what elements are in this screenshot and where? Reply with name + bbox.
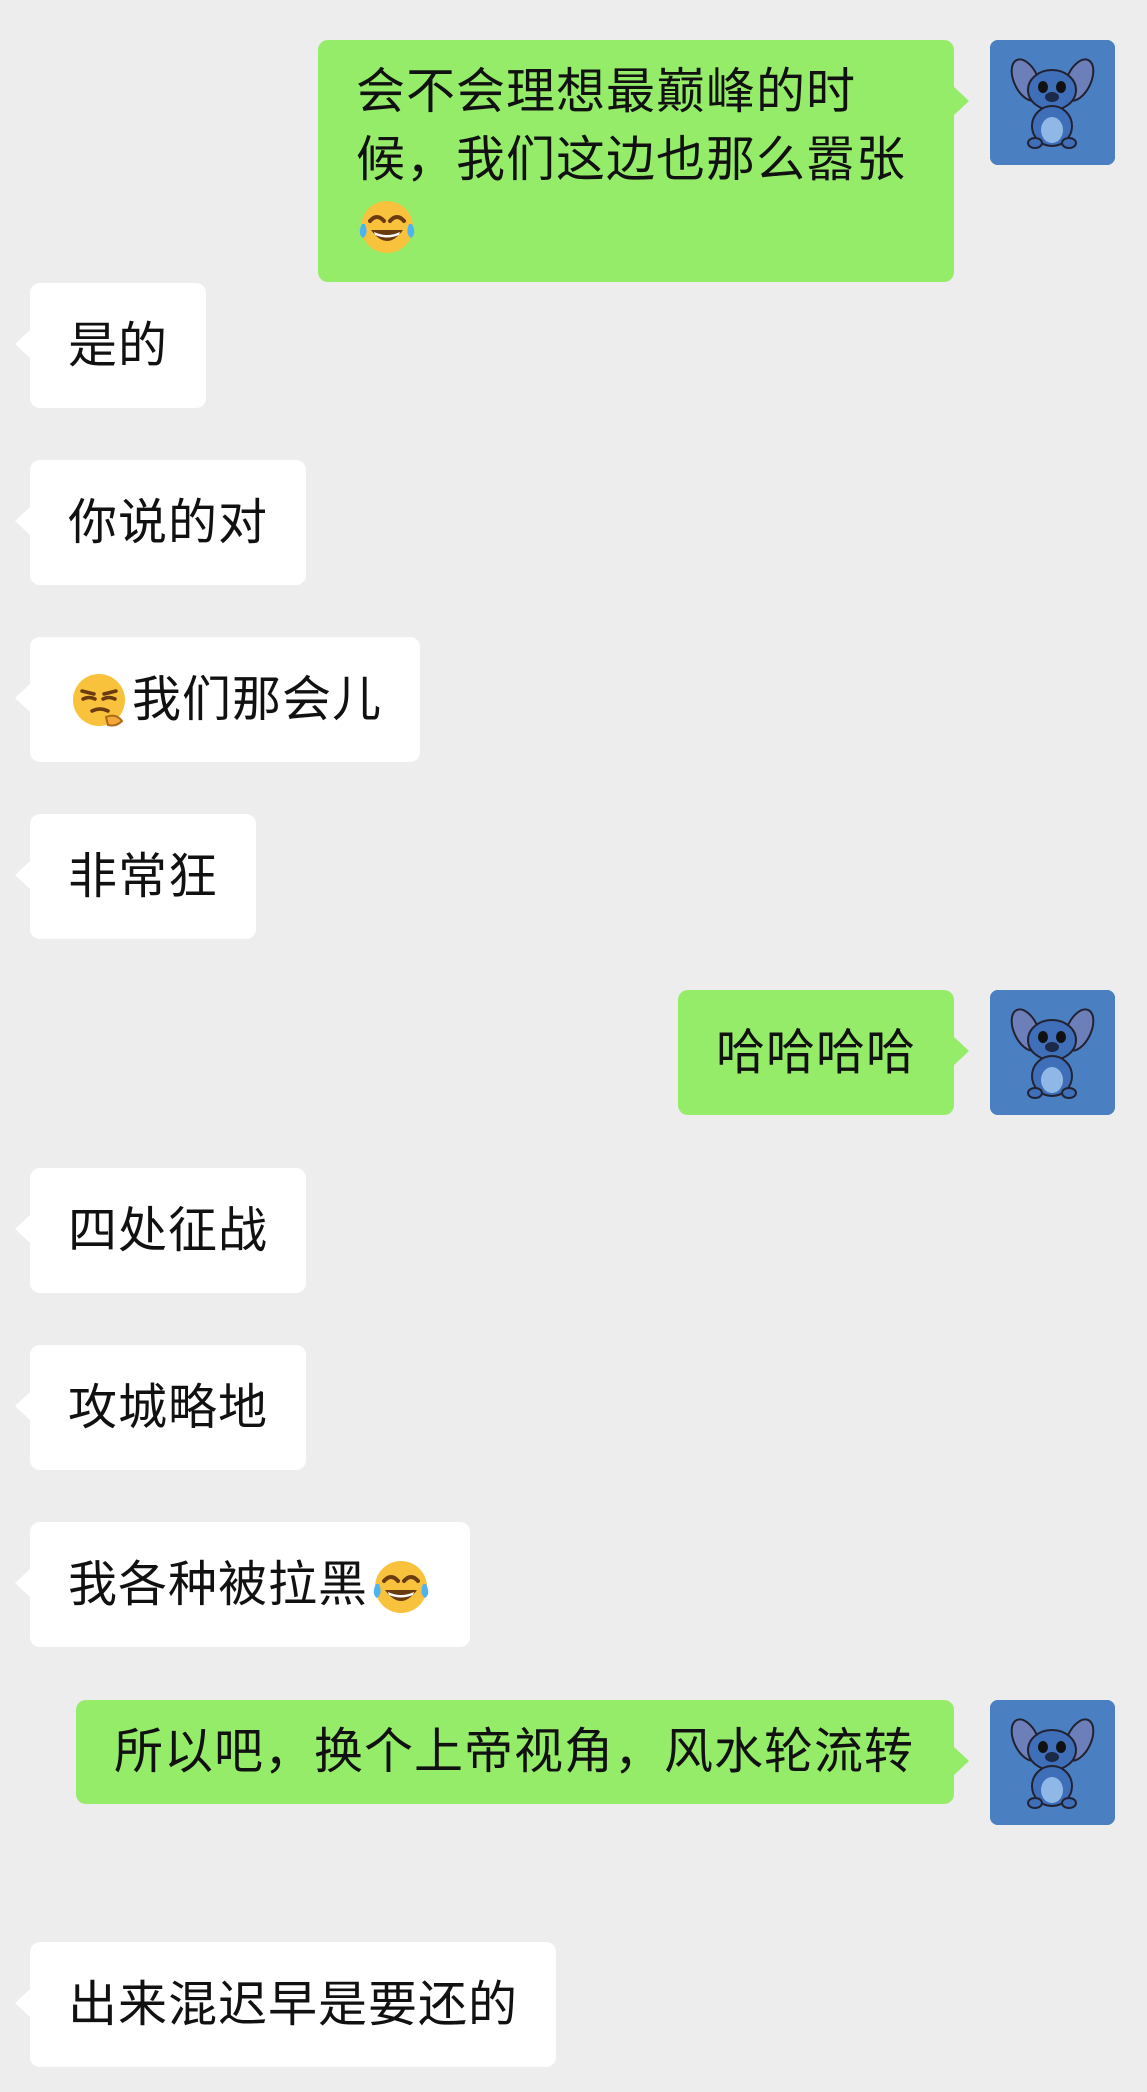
message-text: 我各种被拉黑 <box>68 1555 369 1613</box>
message-text: 是的 <box>68 316 169 374</box>
avatar[interactable] <box>990 40 1115 165</box>
incoming-message-bubble[interactable]: 我各种被拉黑 <box>14 1522 471 1647</box>
outgoing-message-bubble[interactable]: 所以吧，换个上帝视角，风水轮流转 <box>76 1700 969 1804</box>
avatar[interactable] <box>990 1700 1115 1825</box>
message-row: 所以吧，换个上帝视角，风水轮流转 <box>0 1698 1147 1893</box>
message-text: 哈哈哈哈 <box>715 1023 916 1081</box>
incoming-message-bubble[interactable]: 非常狂 <box>14 814 257 939</box>
incoming-message-bubble[interactable]: 你说的对 <box>14 460 307 585</box>
message-text: 攻城略地 <box>68 1378 269 1436</box>
message-text: 四处征战 <box>68 1201 269 1259</box>
incoming-message-bubble[interactable]: 是的 <box>14 283 207 408</box>
thinking-smirk-emoji-icon <box>68 669 130 731</box>
incoming-message-bubble[interactable]: 出来混迟早是要还的 <box>14 1942 557 2067</box>
message-row: 会不会理想最巅峰的时候，我们这边也那么嚣张 <box>0 30 1147 282</box>
stitch-avatar-icon <box>990 1700 1115 1825</box>
message-text: 出来混迟早是要还的 <box>68 1975 519 2033</box>
incoming-message-bubble[interactable]: 攻城略地 <box>14 1345 307 1470</box>
outgoing-message-bubble[interactable]: 哈哈哈哈 <box>677 990 970 1115</box>
incoming-message-bubble[interactable]: 四处征战 <box>14 1168 307 1293</box>
stitch-avatar-icon <box>990 40 1115 165</box>
outgoing-message-bubble[interactable]: 会不会理想最巅峰的时候，我们这边也那么嚣张 <box>318 40 969 282</box>
message-text: 所以吧，换个上帝视角，风水轮流转 <box>114 1723 915 1780</box>
message-text: 我们那会儿 <box>132 670 383 728</box>
avatar[interactable] <box>990 990 1115 1115</box>
incoming-message-bubble[interactable]: 我们那会儿 <box>14 637 421 762</box>
message-text: 你说的对 <box>68 493 269 551</box>
message-row: 哈哈哈哈 <box>0 990 1147 1120</box>
tears-of-joy-emoji-icon <box>370 1554 432 1616</box>
stitch-avatar-icon <box>990 990 1115 1115</box>
message-text: 非常狂 <box>68 847 219 905</box>
tears-of-joy-emoji-icon <box>356 194 418 256</box>
message-text: 会不会理想最巅峰的时候，我们这边也那么嚣张 <box>356 63 907 188</box>
